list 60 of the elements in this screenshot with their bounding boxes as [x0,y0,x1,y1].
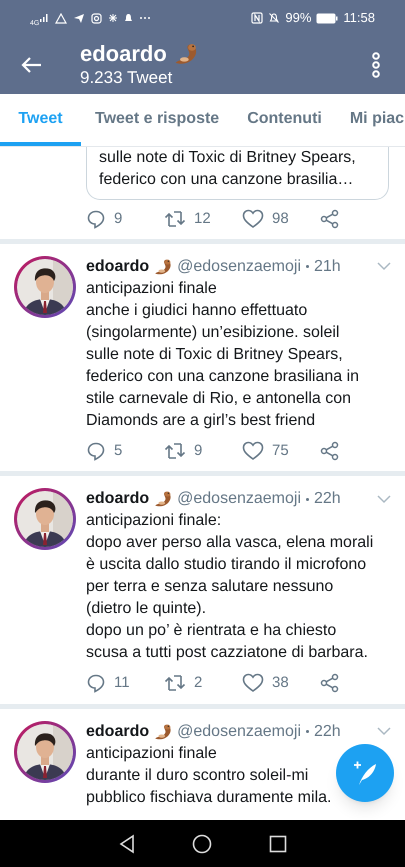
snowflake-icon [108,13,118,23]
share-icon[interactable] [320,440,340,461]
battery-icon [316,12,338,24]
like-count: 98 [272,209,289,229]
home-nav-icon[interactable] [192,834,212,854]
reply-count: 5 [114,440,122,460]
tweet-text: anticipazioni finale durante il duro scontro soleil-mi pubblico fischiava duramente mila. [86,744,332,808]
clock-time: 11:58 [343,9,375,28]
recents-nav-icon[interactable] [268,834,287,852]
reply-count: 11 [114,673,130,693]
bell-icon [124,13,134,23]
tab[interactable]: Tweet e risposte [81,94,234,146]
more-icon [139,16,152,20]
camera-icon [91,12,102,24]
profile-name: edoardo [80,41,167,67]
retweet-icon[interactable] [164,674,186,692]
signal-icon [39,13,50,23]
heart-icon[interactable] [242,440,264,461]
tweet-time: 22h [314,489,341,509]
bell-off-icon [268,12,280,24]
tweet-count: 9.233 Tweet [80,67,174,89]
heart-icon[interactable] [242,673,264,694]
like-count: 75 [272,440,289,460]
retweet-icon[interactable] [164,210,186,228]
share-icon[interactable] [320,209,340,230]
otter-icon [153,258,174,276]
otter-icon [153,722,174,740]
back-nav-icon[interactable] [118,834,136,854]
author-name[interactable]: edoardo [86,256,150,278]
tweet-text: anticipazioni finale: dopo aver perso alla vasca, elena morali è uscita dallo studio tirando il microfono per terra e senza salutare nessuno (dietro le quinte). dopo un po’ è rientrata e ha chiesto scusa a tutti post cazziatone di barbara. [86,511,374,663]
warning-icon [55,12,68,24]
tweet-text: anticipazioni finale anche i giudici hanno effettuato (singolarmente) un’esibizione. soleil sulle note di Toxic di Britney Spears, federico con una canzone brasiliana in stile carnevale di Rio, e antonella con Diamonds are a girl’s best friend [86,278,360,430]
back-icon[interactable] [20,56,42,74]
retweet-count: 12 [194,209,211,229]
paper-plane-icon [73,12,86,24]
tweet-time: 21h [314,256,341,276]
author-handle: @edosenzaemoji [177,256,301,276]
retweet-count: 2 [194,673,202,693]
quoted-tweet[interactable]: sulle note di Toxic di Britney Spears, federico con una canzone brasilia… [86,147,389,200]
retweet-count: 9 [194,440,202,460]
reply-icon[interactable] [86,673,106,694]
reply-icon[interactable] [86,209,106,230]
author-handle: @edosenzaemoji [177,722,301,742]
reply-icon[interactable] [86,440,106,461]
battery-label: 99% [285,9,312,28]
author-name[interactable]: edoardo [86,488,150,510]
share-icon[interactable] [320,673,340,694]
author-name[interactable]: edoardo [86,720,150,742]
otter-icon [153,490,174,508]
tab[interactable]: Contenuti [233,94,336,146]
like-count: 38 [272,673,289,693]
author-handle: @edosenzaemoji [177,489,301,509]
reply-count: 9 [114,209,122,229]
tweet-time: 22h [314,722,341,742]
nfc-icon [251,12,264,24]
otter-icon [172,42,199,66]
heart-icon[interactable] [242,209,264,230]
tab[interactable]: Mi piac [336,94,404,146]
retweet-icon[interactable] [164,442,186,460]
overflow-menu-icon[interactable] [371,52,381,78]
